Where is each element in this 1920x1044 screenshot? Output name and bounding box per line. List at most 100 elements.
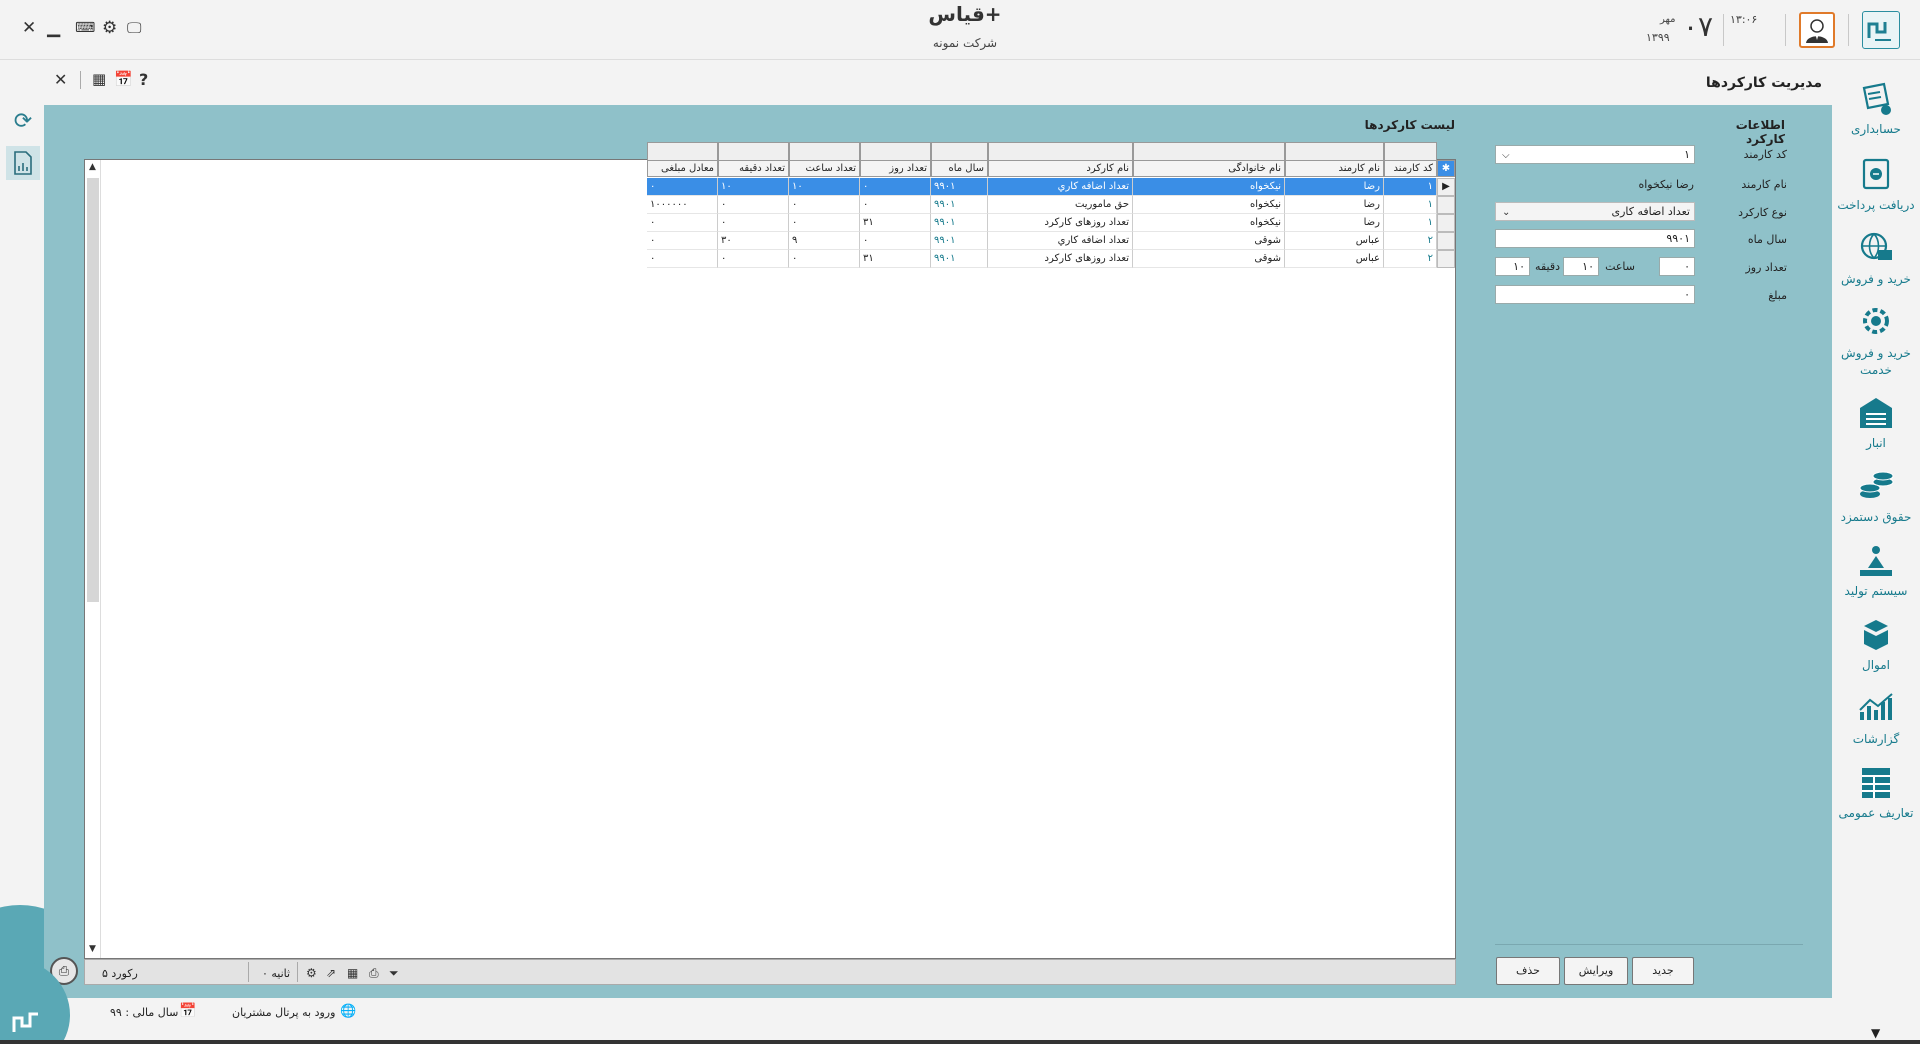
sidebar-item-payment[interactable]: دریافت پرداخت [1832, 156, 1920, 214]
table-view-icon[interactable]: ▦ [347, 966, 358, 980]
hours-input[interactable]: ۱۰ [1563, 257, 1599, 276]
cell-minutes[interactable]: ۰ [718, 196, 789, 214]
chevron-down-icon[interactable]: ▼ [1871, 1026, 1880, 1040]
cell-year-month[interactable]: ۹۹۰۱ [931, 214, 988, 232]
sidebar-item-services[interactable]: خرید و فروش خدمت [1832, 304, 1920, 379]
row-selector-active[interactable]: ▶ [1437, 178, 1455, 196]
export-icon[interactable]: ⇗ [326, 966, 336, 980]
help-icon[interactable]: ? [139, 70, 148, 89]
cell-last-name[interactable]: نیکخواه [1133, 214, 1285, 232]
sidebar-item-sales[interactable]: خرید و فروش [1832, 230, 1920, 288]
cell-first-name[interactable]: رضا [1285, 196, 1384, 214]
cell-amount-equiv[interactable]: ۰ [647, 214, 718, 232]
delete-button[interactable]: حذف [1496, 957, 1560, 985]
minutes-input[interactable]: ۱۰ [1495, 257, 1530, 276]
cell-last-name[interactable]: شوقی [1133, 232, 1285, 250]
chevron-down-icon[interactable]: ⌵ [1502, 147, 1510, 164]
cell-minutes[interactable]: ۰ [718, 250, 789, 268]
refresh-icon[interactable]: ⟳ [6, 104, 40, 138]
cell-emp-code[interactable]: ۱ [1384, 178, 1437, 196]
cell-hours[interactable]: ۰ [789, 214, 860, 232]
cell-amount-equiv[interactable]: ۰ [647, 232, 718, 250]
settings-icon[interactable]: ⚙ [306, 966, 317, 980]
cell-hours[interactable]: ۹ [789, 232, 860, 250]
data-grid[interactable] [84, 159, 1456, 959]
row-selector[interactable] [1437, 214, 1455, 232]
close-window-icon[interactable]: ✕ [22, 18, 36, 38]
cell-last-name[interactable]: نیکخواه [1133, 196, 1285, 214]
cell-work-name[interactable]: حق ماموریت [988, 196, 1133, 214]
cell-first-name[interactable]: رضا [1285, 178, 1384, 196]
chevron-down-icon[interactable]: ⌄ [1502, 204, 1510, 221]
cell-days[interactable]: ۰ [860, 232, 931, 250]
cell-days[interactable]: ۳۱ [860, 250, 931, 268]
monitor-icon[interactable]: 🖵 [127, 19, 141, 37]
sidebar-item-payroll[interactable]: حقوق دستمزد [1832, 468, 1920, 526]
cell-work-name[interactable]: تعداد اضافه کاري [988, 178, 1133, 196]
user-avatar[interactable] [1799, 12, 1835, 48]
sidebar-item-accounting[interactable]: حسابداری [1832, 80, 1920, 138]
cell-days[interactable]: ۰ [860, 196, 931, 214]
customer-portal-link[interactable]: ورود به پرتال مشتریان [232, 1006, 335, 1019]
cell-amount-equiv[interactable]: ۰ [647, 250, 718, 268]
minimize-icon[interactable]: ▁ [47, 18, 60, 38]
column-header-work-name[interactable]: نام کارکرد [988, 160, 1133, 177]
keyboard-icon[interactable]: ⌨ [75, 20, 95, 36]
cell-work-name[interactable]: تعداد اضافه کاري [988, 232, 1133, 250]
new-button[interactable]: جدید [1632, 957, 1694, 985]
cell-year-month[interactable]: ۹۹۰۱ [931, 232, 988, 250]
cell-emp-code[interactable]: ۱ [1384, 214, 1437, 232]
cell-last-name[interactable]: نیکخواه [1133, 178, 1285, 196]
column-header-amount-equiv[interactable]: معادل مبلغی [647, 160, 718, 177]
column-header-year-month[interactable]: سال ماه [931, 160, 988, 177]
cell-emp-code[interactable]: ۱ [1384, 196, 1437, 214]
row-selector[interactable] [1437, 232, 1455, 250]
cell-days[interactable]: ۰ [860, 178, 931, 196]
calendar-icon[interactable]: 📅 [114, 70, 133, 88]
cell-year-month[interactable]: ۹۹۰۱ [931, 178, 988, 196]
print-icon[interactable]: ⎙ [369, 966, 379, 981]
amount-input[interactable]: ۰ [1495, 285, 1695, 304]
vertical-scrollbar[interactable]: ▲ ▼ [85, 160, 101, 958]
cell-minutes[interactable]: ۰ [718, 214, 789, 232]
days-input[interactable]: ۰ [1659, 257, 1695, 276]
cell-minutes[interactable]: ۳۰ [718, 232, 789, 250]
sidebar-item-definitions[interactable]: تعاریف عمومی [1832, 764, 1920, 822]
cell-first-name[interactable]: عباس [1285, 232, 1384, 250]
cell-last-name[interactable]: شوقی [1133, 250, 1285, 268]
gear-icon[interactable]: ⚙ [102, 18, 117, 38]
column-header-days[interactable]: تعداد روز [860, 160, 931, 177]
cell-emp-code[interactable]: ۲ [1384, 250, 1437, 268]
cell-minutes[interactable]: ۱۰ [718, 178, 789, 196]
cell-amount-equiv[interactable]: ۰ [647, 178, 718, 196]
close-tab-icon[interactable]: ✕ [54, 70, 67, 89]
employee-code-select[interactable]: ۱ ⌵ [1495, 145, 1695, 164]
sidebar-item-warehouse[interactable]: انبار [1832, 394, 1920, 452]
column-header-hours[interactable]: تعداد ساعت [789, 160, 860, 177]
sidebar-item-reports[interactable]: گزارشات [1832, 690, 1920, 748]
column-header-last-name[interactable]: نام خانوادگی [1133, 160, 1285, 177]
column-header-emp-code[interactable]: کد کارمند [1384, 160, 1437, 177]
cell-hours[interactable]: ۰ [789, 196, 860, 214]
cell-work-name[interactable]: تعداد روزهای کارکرد [988, 214, 1133, 232]
cell-year-month[interactable]: ۹۹۰۱ [931, 196, 988, 214]
cell-days[interactable]: ۳۱ [860, 214, 931, 232]
grid-icon[interactable]: ▦ [92, 70, 106, 88]
cell-first-name[interactable]: عباس [1285, 250, 1384, 268]
document-icon[interactable] [6, 146, 40, 180]
cell-work-name[interactable]: تعداد روزهای کارکرد [988, 250, 1133, 268]
cell-emp-code[interactable]: ۲ [1384, 232, 1437, 250]
sidebar-item-production[interactable]: سیستم تولید [1832, 542, 1920, 600]
row-selector[interactable] [1437, 196, 1455, 214]
scroll-down-icon[interactable]: ▼ [89, 944, 96, 954]
row-selector[interactable] [1437, 250, 1455, 268]
scrollbar-thumb[interactable] [87, 178, 99, 602]
scroll-up-icon[interactable]: ▲ [89, 162, 96, 172]
select-all-icon[interactable]: ✱ [1437, 160, 1455, 177]
cell-hours[interactable]: ۰ [789, 250, 860, 268]
cell-year-month[interactable]: ۹۹۰۱ [931, 250, 988, 268]
work-type-select[interactable]: تعداد اضافه کاری ⌄ [1495, 202, 1695, 221]
cell-first-name[interactable]: رضا [1285, 214, 1384, 232]
column-header-minutes[interactable]: تعداد دقیقه [718, 160, 789, 177]
sidebar-item-assets[interactable]: اموال [1832, 616, 1920, 674]
